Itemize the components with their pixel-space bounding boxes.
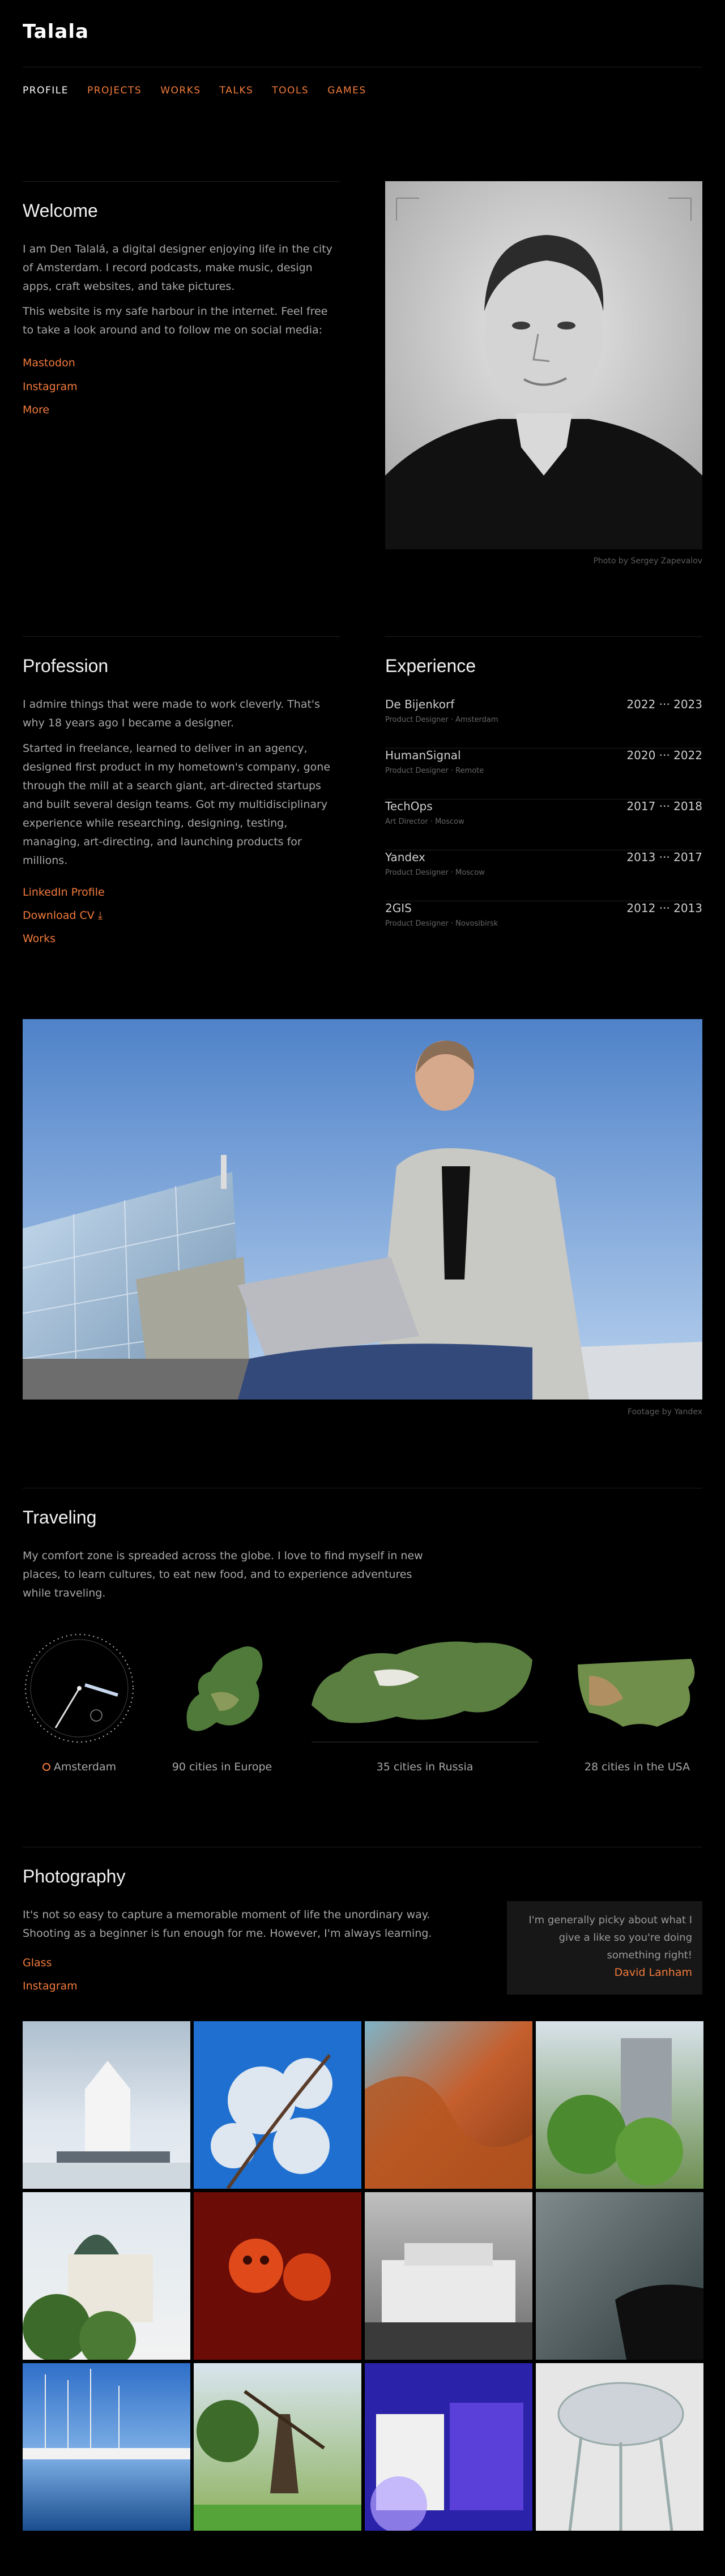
travel-label-usa: 28 cities in the USA [584,1761,690,1773]
travel-label-europe: 90 cities in Europe [172,1761,272,1773]
main-nav: PROFILE PROJECTS WORKS TALKS TOOLS GAMES [23,85,366,96]
experience-item: 2GIS 2012 ··· 2013 Product Designer · No… [385,901,702,952]
nav-profile[interactable]: PROFILE [23,85,69,96]
experience-company: De Bijenkorf [385,698,455,711]
russia-map [306,1620,538,1745]
welcome-intro: I am Den Talalá, a digital designer enjo… [23,243,332,293]
experience-item: Yandex 2013 ··· 2017 Product Designer · … [385,850,702,901]
link-download-cv[interactable]: Download CV ⤓ [23,909,103,922]
nav-projects[interactable]: PROJECTS [87,85,142,96]
nav-games[interactable]: GAMES [327,85,366,96]
photography-title: Photography [23,1866,126,1886]
experience-role: Product Designer · Moscow [385,868,485,877]
experience-years: 2013 ··· 2017 [626,850,702,864]
photo-thumbnail[interactable] [194,2363,361,2531]
experience-role: Art Director · Moscow [385,818,464,826]
experience-years: 2022 ··· 2023 [626,698,702,711]
experience-role: Product Designer · Remote [385,767,484,775]
divider [23,181,340,182]
page: Talala PROFILE PROJECTS WORKS TALKS TOOL… [0,0,725,2576]
photo-thumbnail[interactable] [365,2363,532,2531]
photo-thumbnail[interactable] [194,2192,361,2360]
link-works[interactable]: Works [23,932,56,945]
photo-thumbnail[interactable] [536,2192,703,2360]
divider [23,636,340,637]
traveling-title: Traveling [23,1507,97,1527]
experience-item: TechOps 2017 ··· 2018 Art Director · Mos… [385,799,702,850]
photo-thumbnail[interactable] [365,2021,532,2189]
europe-map [165,1632,273,1745]
photo-thumbnail[interactable] [23,2192,190,2360]
experience-role: Product Designer · Amsterdam [385,716,498,724]
photo-thumbnail[interactable] [194,2021,361,2189]
photo-thumbnail[interactable] [23,2363,190,2531]
photography-text: It's not so easy to capture a memorable … [23,1909,432,1940]
experience-item: De Bijenkorf 2022 ··· 2023 Product Desig… [385,698,702,748]
travel-label-amsterdam: Amsterdam [23,1761,136,1773]
link-photo-instagram[interactable]: Instagram [23,1980,78,1992]
quote-author[interactable]: David Lanham [517,1966,692,1979]
welcome-title: Welcome [23,200,98,221]
photo-thumbnail[interactable] [536,2021,703,2189]
nav-talks[interactable]: TALKS [220,85,254,96]
welcome-social-intro: This website is my safe harbour in the i… [23,305,328,336]
photo-credit: Photo by Sergey Zapevalov [593,557,702,566]
experience-years: 2017 ··· 2018 [626,799,702,813]
quote-text: I'm generally picky about what I give a … [528,1914,692,1961]
link-instagram[interactable]: Instagram [23,380,78,393]
testimonial-quote: I'm generally picky about what I give a … [507,1901,702,1995]
travel-label-russia: 35 cities in Russia [376,1761,474,1773]
traveling-text: My comfort zone is spreaded across the g… [23,1550,423,1599]
link-linkedin[interactable]: LinkedIn Profile [23,886,105,898]
experience-item: HumanSignal 2020 ··· 2022 Product Design… [385,748,702,799]
nav-tools[interactable]: TOOLS [272,85,309,96]
experience-years: 2012 ··· 2013 [626,901,702,915]
photo-thumbnail[interactable] [365,2192,532,2360]
clock-graphic [23,1632,136,1745]
portrait-photo [385,181,702,549]
experience-company: HumanSignal [385,748,461,762]
profession-story: Started in freelance, learned to deliver… [23,742,331,867]
link-more[interactable]: More [23,404,49,416]
profession-intro: I admire things that were made to work c… [23,698,321,729]
usa-map [572,1642,702,1738]
photo-thumbnail[interactable] [23,2021,190,2189]
location-pin-icon [42,1763,50,1771]
photo-thumbnail[interactable] [536,2363,703,2531]
link-glass[interactable]: Glass [23,1957,52,1969]
divider [385,636,702,637]
site-logo[interactable]: Talala [23,20,89,43]
footage-credit: Footage by Yandex [628,1407,702,1417]
experience-company: TechOps [385,799,433,813]
travel-label-text: Amsterdam [53,1761,117,1773]
experience-years: 2020 ··· 2022 [626,748,702,762]
experience-company: Yandex [385,850,425,864]
laptop-photo [23,1019,702,1400]
experience-role: Product Designer · Novosibirsk [385,919,498,928]
experience-title: Experience [385,656,476,676]
profession-title: Profession [23,656,109,676]
experience-company: 2GIS [385,901,412,915]
nav-works[interactable]: WORKS [160,85,201,96]
link-mastodon[interactable]: Mastodon [23,357,75,369]
